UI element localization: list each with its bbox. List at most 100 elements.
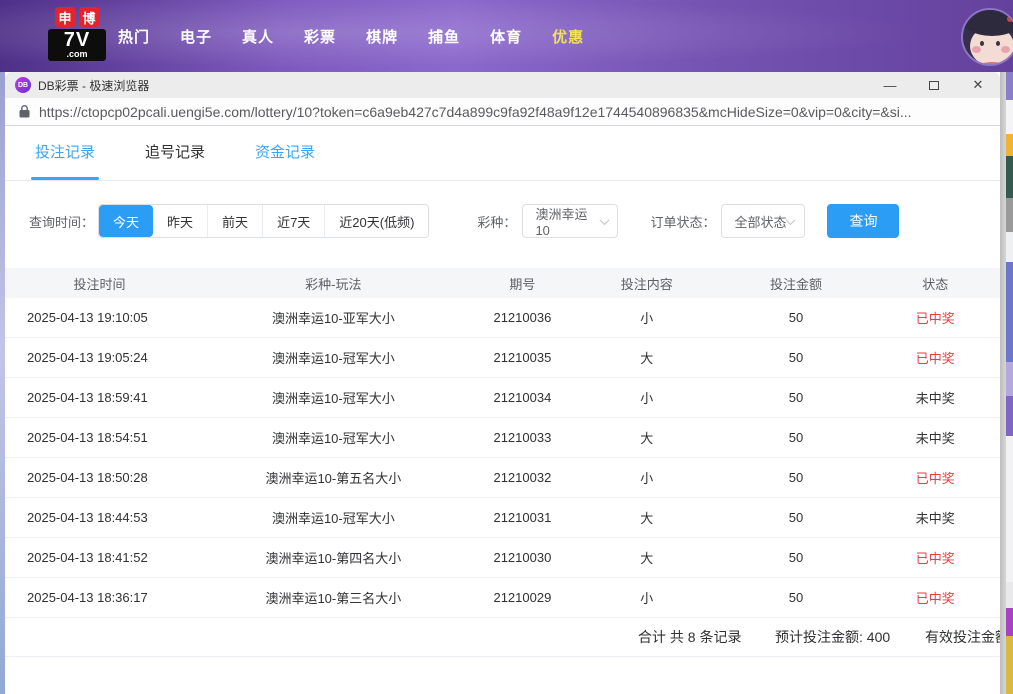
header-content: 投注内容	[572, 274, 721, 293]
table-footer: 合计 共 8 条记录 预计投注金额: 400 有效投注金额	[5, 618, 1000, 657]
game-play: 澳洲幸运10-冠军大小	[194, 508, 473, 527]
table-row: 2025-04-13 18:54:51 澳洲幸运10-冠军大小 21210033…	[5, 418, 1000, 458]
table-row: 2025-04-13 18:50:28 澳洲幸运10-第五名大小 2121003…	[5, 458, 1000, 498]
nav-item-cards[interactable]: 棋牌	[366, 26, 398, 47]
header-issue: 期号	[473, 274, 573, 293]
table-row: 2025-04-13 18:41:52 澳洲幸运10-第四名大小 2121003…	[5, 538, 1000, 578]
table-row: 2025-04-13 18:59:41 澳洲幸运10-冠军大小 21210034…	[5, 378, 1000, 418]
game-play: 澳洲幸运10-冠军大小	[194, 388, 473, 407]
bet-amount: 50	[721, 510, 870, 525]
valid-bet-amount: 有效投注金额	[925, 618, 1000, 657]
time-option-today[interactable]: 今天	[99, 205, 153, 237]
window-title: DB彩票 - 极速浏览器	[38, 77, 149, 94]
time-option-20days[interactable]: 近20天(低频)	[324, 205, 428, 237]
user-avatar[interactable]	[961, 8, 1013, 66]
time-range-group: 今天 昨天 前天 近7天 近20天(低频)	[98, 204, 429, 238]
tab-fund-records[interactable]: 资金记录	[255, 141, 315, 180]
browser-tab-icon: DB	[15, 77, 31, 93]
nav-item-lottery[interactable]: 彩票	[304, 26, 336, 47]
bet-amount: 50	[721, 390, 870, 405]
main-nav: 热门 电子 真人 彩票 棋牌 捕鱼 体育 优惠	[118, 0, 584, 72]
logo-text: 7V	[48, 30, 106, 50]
bet-time: 2025-04-13 19:05:24	[5, 350, 194, 365]
minimize-icon[interactable]: —	[868, 72, 912, 98]
nav-item-hot[interactable]: 热门	[118, 26, 150, 47]
filter-bar: 查询时间： 今天 昨天 前天 近7天 近20天(低频) 彩种： 澳洲幸运10 订…	[5, 204, 1000, 238]
issue-number: 21210033	[473, 430, 573, 445]
bet-amount: 50	[721, 350, 870, 365]
bet-time: 2025-04-13 18:36:17	[5, 590, 194, 605]
brand-logo[interactable]: 申 博 7V .com	[48, 7, 106, 65]
bet-amount: 50	[721, 430, 870, 445]
chevron-down-icon	[786, 215, 796, 225]
url-text: https://ctopcp02pcali.uengi5e.com/lotter…	[39, 104, 990, 120]
bet-time: 2025-04-13 18:59:41	[5, 390, 194, 405]
status-label: 未中奖	[871, 508, 1000, 527]
bet-content: 大	[572, 548, 721, 567]
header-bet-time: 投注时间	[5, 274, 194, 293]
bet-time: 2025-04-13 18:54:51	[5, 430, 194, 445]
header-game-play: 彩种-玩法	[194, 274, 473, 293]
table-body: 2025-04-13 19:10:05 澳洲幸运10-亚军大小 21210036…	[5, 298, 1000, 618]
logo-badge: 博	[79, 7, 100, 27]
nav-item-fishing[interactable]: 捕鱼	[428, 26, 460, 47]
header-amount: 投注金额	[721, 274, 870, 293]
address-bar[interactable]: https://ctopcp02pcali.uengi5e.com/lotter…	[5, 98, 1000, 126]
total-records: 合计 共 8 条记录	[638, 618, 741, 657]
bet-amount: 50	[721, 550, 870, 565]
game-play: 澳洲幸运10-第五名大小	[194, 468, 473, 487]
tab-chase-records[interactable]: 追号记录	[145, 141, 205, 180]
status-label: 已中奖	[871, 548, 1000, 567]
game-play: 澳洲幸运10-第三名大小	[194, 588, 473, 607]
status-label: 已中奖	[871, 308, 1000, 327]
header-status: 状态	[871, 274, 1000, 293]
logo-suffix: .com	[48, 50, 106, 59]
logo-badge: 申	[55, 7, 76, 27]
issue-number: 21210029	[473, 590, 573, 605]
lottery-select[interactable]: 澳洲幸运10	[522, 204, 618, 238]
bet-amount: 50	[721, 470, 870, 485]
bet-time: 2025-04-13 18:44:53	[5, 510, 194, 525]
order-status-select[interactable]: 全部状态	[721, 204, 805, 238]
lottery-select-value: 澳洲幸运10	[535, 204, 600, 238]
bet-time: 2025-04-13 18:50:28	[5, 470, 194, 485]
bet-content: 小	[572, 468, 721, 487]
bet-amount: 50	[721, 590, 870, 605]
table-row: 2025-04-13 19:10:05 澳洲幸运10-亚军大小 21210036…	[5, 298, 1000, 338]
lottery-filter-label: 彩种：	[477, 212, 516, 231]
bet-content: 大	[572, 348, 721, 367]
nav-item-sports[interactable]: 体育	[490, 26, 522, 47]
bet-content: 小	[572, 308, 721, 327]
order-status-value: 全部状态	[734, 212, 786, 231]
nav-item-slots[interactable]: 电子	[180, 26, 212, 47]
status-label: 未中奖	[871, 428, 1000, 447]
tab-bet-records[interactable]: 投注记录	[35, 141, 95, 180]
nav-item-live[interactable]: 真人	[242, 26, 274, 47]
page-content: 投注记录 追号记录 资金记录 查询时间： 今天 昨天 前天 近7天 近20天(低…	[5, 126, 1000, 694]
time-option-day-before[interactable]: 前天	[207, 205, 262, 237]
nav-item-promo[interactable]: 优惠	[552, 26, 584, 47]
record-tabs: 投注记录 追号记录 资金记录	[5, 126, 1000, 181]
maximize-icon[interactable]	[912, 72, 956, 98]
table-row: 2025-04-13 18:36:17 澳洲幸运10-第三名大小 2121002…	[5, 578, 1000, 618]
expected-bet-amount: 预计投注金额: 400	[775, 618, 890, 657]
background-page-sliver	[1006, 72, 1013, 694]
bet-time: 2025-04-13 19:10:05	[5, 310, 194, 325]
bet-records-table: 投注时间 彩种-玩法 期号 投注内容 投注金额 状态 2025-04-13 19…	[5, 268, 1000, 657]
time-option-7days[interactable]: 近7天	[262, 205, 324, 237]
time-option-yesterday[interactable]: 昨天	[153, 205, 207, 237]
issue-number: 21210032	[473, 470, 573, 485]
bet-time: 2025-04-13 18:41:52	[5, 550, 194, 565]
order-status-label: 订单状态：	[650, 212, 715, 231]
close-icon[interactable]: ✕	[956, 72, 1000, 98]
issue-number: 21210031	[473, 510, 573, 525]
bet-content: 小	[572, 588, 721, 607]
status-label: 已中奖	[871, 588, 1000, 607]
issue-number: 21210035	[473, 350, 573, 365]
table-row: 2025-04-13 18:44:53 澳洲幸运10-冠军大小 21210031…	[5, 498, 1000, 538]
browser-window: DB DB彩票 - 极速浏览器 — ✕ https://ctopcp02pcal…	[5, 72, 1000, 694]
game-play: 澳洲幸运10-冠军大小	[194, 428, 473, 447]
search-button[interactable]: 查询	[827, 204, 899, 238]
game-play: 澳洲幸运10-第四名大小	[194, 548, 473, 567]
window-title-bar[interactable]: DB DB彩票 - 极速浏览器 — ✕	[5, 72, 1000, 98]
